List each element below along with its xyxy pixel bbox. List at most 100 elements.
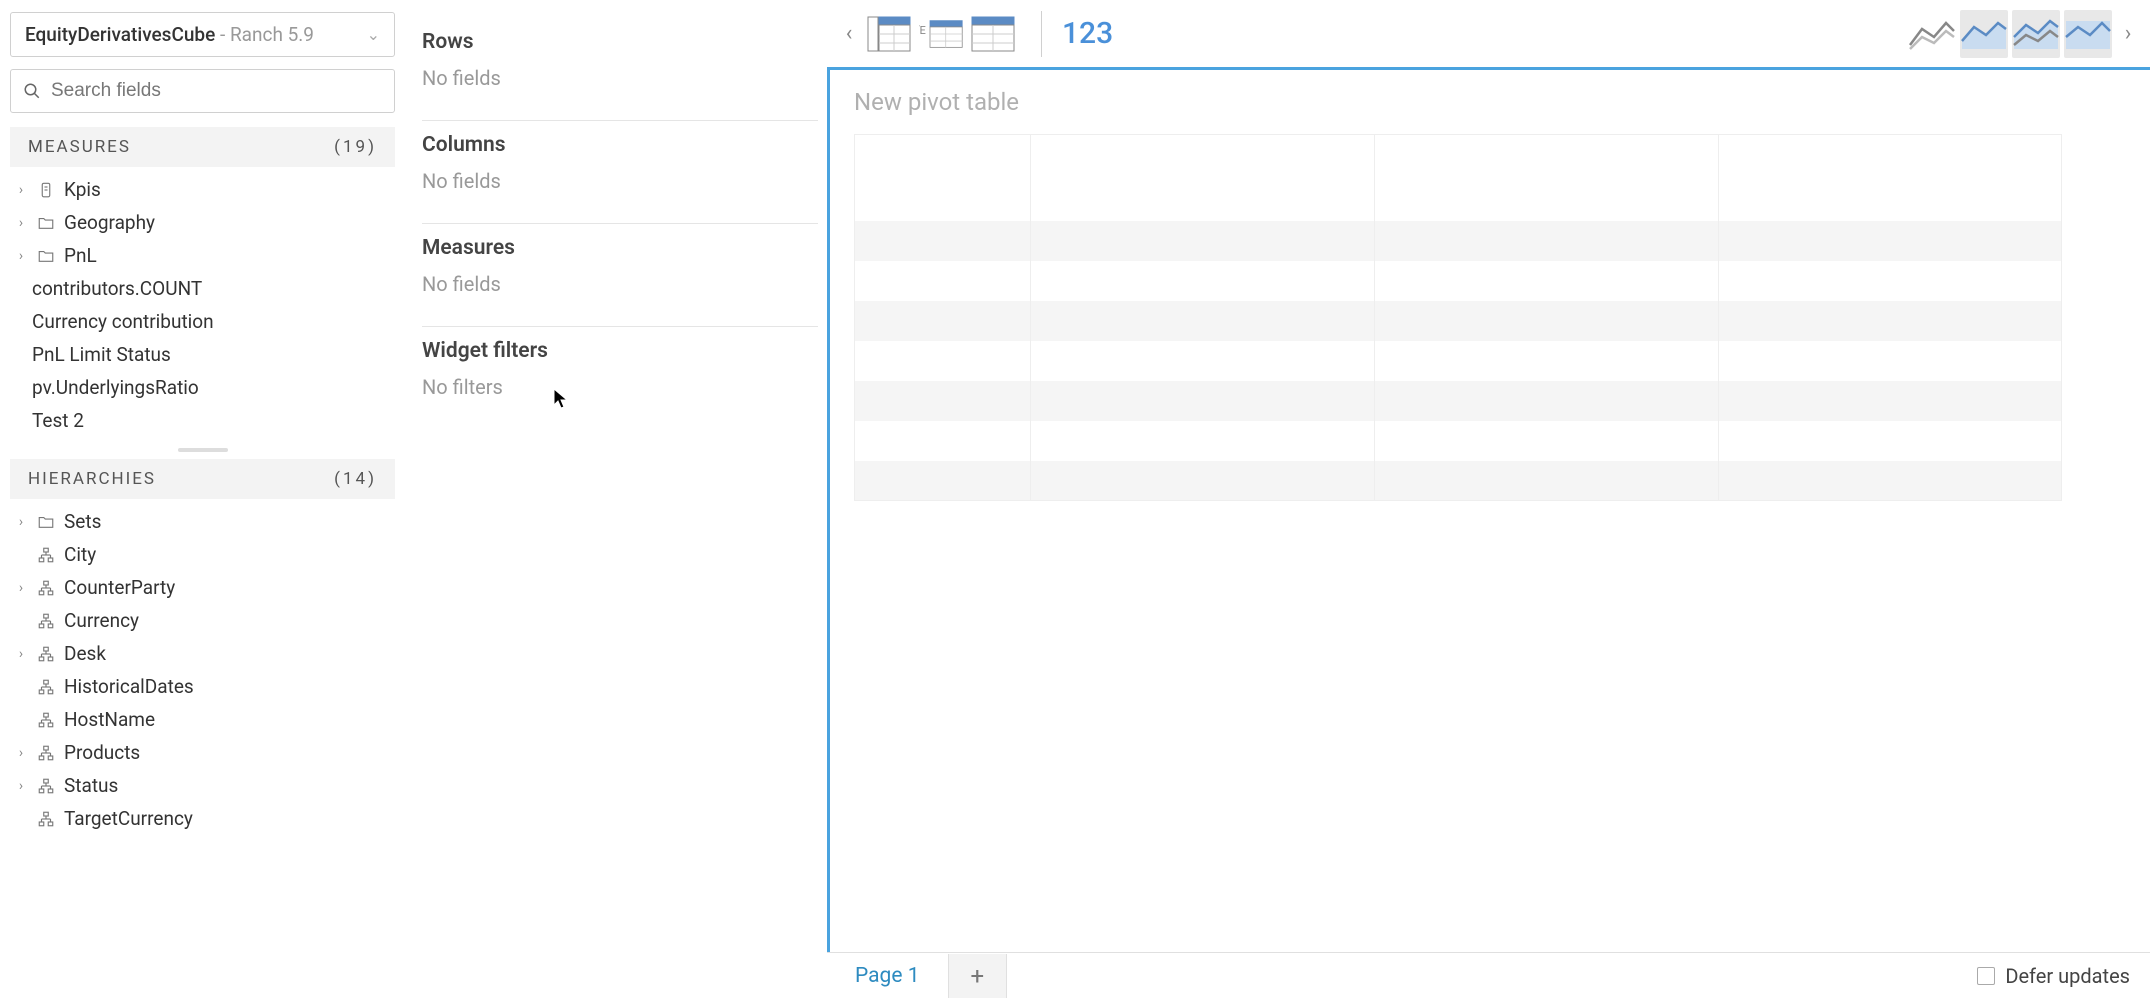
tree-item-geography[interactable]: › Geography	[10, 206, 395, 239]
hierarchies-tree: › Sets › City › CounterParty › Currency …	[10, 499, 395, 841]
chevron-right-icon: ›	[14, 778, 28, 794]
resize-handle[interactable]	[10, 447, 395, 453]
tree-item-sets[interactable]: › Sets	[10, 505, 395, 538]
chevron-right-icon: ›	[14, 646, 28, 662]
stacked-area-chart-icon	[2012, 17, 2060, 51]
measures-title: MEASURES	[28, 137, 131, 157]
folder-icon	[36, 214, 56, 232]
pivot-table-icon	[867, 16, 911, 52]
tree-item-counterparty[interactable]: › CounterParty	[10, 571, 395, 604]
tree-item-currency-contribution[interactable]: Currency contribution	[10, 305, 395, 338]
area-chart-icon	[1960, 17, 2008, 51]
toolbar-next-button[interactable]: ›	[2116, 12, 2140, 56]
search-input[interactable]	[51, 80, 382, 102]
columns-empty: No fields	[422, 169, 818, 193]
hierarchy-icon	[36, 711, 56, 729]
tree-item-city[interactable]: › City	[10, 538, 395, 571]
tree-item-historical-dates[interactable]: › HistoricalDates	[10, 670, 395, 703]
tree-label: contributors.COUNT	[32, 277, 202, 300]
tree-item-kpis[interactable]: › Kpis	[10, 173, 395, 206]
tree-item-status[interactable]: › Status	[10, 769, 395, 802]
cube-version: - Ranch 5.9	[220, 23, 314, 46]
cube-selector[interactable]: EquityDerivativesCube - Ranch 5.9 ⌄	[10, 12, 395, 57]
tree-item-contributors-count[interactable]: contributors.COUNT	[10, 272, 395, 305]
tree-item-pv-underlyings-ratio[interactable]: pv.UnderlyingsRatio	[10, 371, 395, 404]
tree-label: Kpis	[64, 178, 101, 201]
tree-item-pnl-limit-status[interactable]: PnL Limit Status	[10, 338, 395, 371]
toolbar-divider	[1041, 11, 1042, 57]
tree-item-currency[interactable]: › Currency	[10, 604, 395, 637]
hierarchy-icon	[36, 744, 56, 762]
defer-label: Defer updates	[2005, 964, 2130, 988]
bottom-bar: Page 1 + Defer updates	[827, 952, 2150, 998]
pivot-table-placeholder	[854, 134, 2062, 501]
table-icon	[971, 16, 1015, 52]
tree-label: Products	[64, 741, 140, 764]
svg-text:Έ: Έ	[919, 24, 926, 37]
hierarchies-count: (14)	[334, 469, 377, 489]
tree-label: TargetCurrency	[64, 807, 193, 830]
tree-table-button[interactable]: Έ	[917, 10, 965, 58]
tree-item-hostname[interactable]: › HostName	[10, 703, 395, 736]
tree-item-products[interactable]: › Products	[10, 736, 395, 769]
tree-label: Test 2	[32, 409, 84, 432]
tree-table-icon: Έ	[919, 16, 963, 52]
widget-toolbar: ‹ Έ	[827, 0, 2150, 67]
tree-item-target-currency[interactable]: › TargetCurrency	[10, 802, 395, 835]
measures-zone[interactable]: Measures No fields	[422, 224, 818, 327]
full-area-chart-button[interactable]	[2064, 10, 2112, 58]
filters-empty: No filters	[422, 375, 818, 399]
defer-checkbox[interactable]	[1977, 967, 1995, 985]
hierarchy-icon	[36, 546, 56, 564]
tree-label: Currency contribution	[32, 310, 214, 333]
folder-icon	[36, 513, 56, 531]
kpi-button[interactable]: 123	[1054, 16, 1121, 51]
line-chart-button[interactable]	[1908, 10, 1956, 58]
table-button[interactable]	[969, 10, 1017, 58]
hierarchy-icon	[36, 777, 56, 795]
search-fields[interactable]	[10, 69, 395, 113]
tree-label: PnL	[64, 244, 97, 267]
hierarchy-icon	[36, 645, 56, 663]
rows-title: Rows	[422, 30, 818, 54]
tree-item-desk[interactable]: › Desk	[10, 637, 395, 670]
tree-label: PnL Limit Status	[32, 343, 171, 366]
folder-icon	[36, 247, 56, 265]
hierarchies-header[interactable]: HIERARCHIES (14)	[10, 459, 395, 499]
line-chart-icon	[1908, 17, 1956, 51]
measures-header[interactable]: MEASURES (19)	[10, 127, 395, 167]
pivot-table-button[interactable]	[865, 10, 913, 58]
measures-empty: No fields	[422, 272, 818, 296]
filters-title: Widget filters	[422, 339, 818, 363]
widget-canvas[interactable]: New pivot table	[827, 67, 2150, 952]
chevron-right-icon: ›	[14, 215, 28, 231]
hierarchies-title: HIERARCHIES	[28, 469, 156, 489]
tree-label: City	[64, 543, 96, 566]
stacked-area-chart-button[interactable]	[2012, 10, 2060, 58]
add-tab-button[interactable]: +	[949, 954, 1008, 998]
area-chart-button[interactable]	[1960, 10, 2008, 58]
measures-count: (19)	[334, 137, 377, 157]
chevron-right-icon: ›	[14, 580, 28, 596]
toolbar-prev-button[interactable]: ‹	[837, 12, 861, 56]
rows-zone[interactable]: Rows No fields	[422, 18, 818, 121]
tree-item-test-2[interactable]: Test 2	[10, 404, 395, 437]
filters-zone[interactable]: Widget filters No filters	[422, 327, 818, 429]
defer-updates[interactable]: Defer updates	[1977, 964, 2150, 988]
tab-page-1[interactable]: Page 1	[827, 954, 949, 998]
columns-zone[interactable]: Columns No fields	[422, 121, 818, 224]
search-icon	[23, 82, 41, 100]
measures-zone-title: Measures	[422, 236, 818, 260]
chevron-right-icon: ›	[14, 745, 28, 761]
tree-label: Sets	[64, 510, 101, 533]
hierarchy-icon	[36, 579, 56, 597]
cube-name: EquityDerivativesCube	[25, 23, 215, 46]
hierarchy-date-icon	[36, 678, 56, 696]
hierarchy-icon	[36, 810, 56, 828]
chevron-down-icon: ⌄	[367, 25, 380, 44]
full-area-chart-icon	[2064, 17, 2112, 51]
widget-title: New pivot table	[854, 88, 2126, 116]
measures-tree: › Kpis › Geography › PnL contributors.CO…	[10, 167, 395, 443]
tree-item-pnl[interactable]: › PnL	[10, 239, 395, 272]
chevron-right-icon: ›	[14, 182, 28, 198]
